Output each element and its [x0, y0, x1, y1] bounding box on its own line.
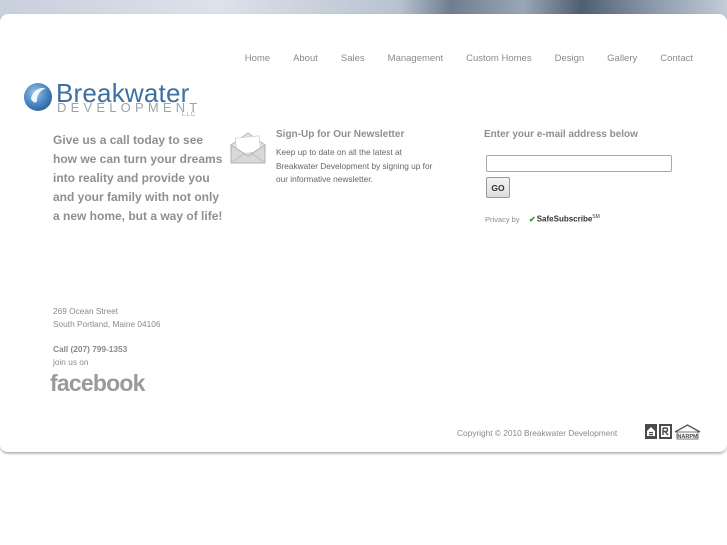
logo-llc: LLC [182, 112, 197, 118]
company-logo[interactable]: Breakwater DEVELOPMENT LLC [22, 78, 204, 124]
safesubscribe-logo[interactable]: ✔SafeSubscribeSM [529, 214, 600, 224]
safesubscribe-name: SafeSubscribe [536, 214, 593, 224]
nav-home[interactable]: Home [245, 53, 270, 64]
nav-custom-homes[interactable]: Custom Homes [466, 53, 531, 64]
nav-contact[interactable]: Contact [660, 53, 693, 64]
join-us-label: join us on [53, 357, 89, 367]
nav-about[interactable]: About [293, 53, 318, 64]
phone-number: Call (207) 799-1353 [53, 344, 128, 354]
address-line-2: South Portland, Maine 04106 [53, 319, 161, 329]
equal-housing-icon [645, 424, 657, 439]
water-drop-icon [24, 83, 52, 111]
checkmark-icon: ✔ [529, 214, 536, 224]
newsletter-description: Keep up to date on all the latest at Bre… [276, 147, 433, 184]
safesubscribe-mark: SM [592, 214, 600, 220]
address-line-1: 269 Ocean Street [53, 306, 119, 316]
envelope-icon [230, 132, 266, 164]
tagline-text: Give us a call today to see how we can t… [53, 133, 223, 223]
narpm-text: NARPM [677, 434, 698, 440]
address-block: 269 Ocean Street South Portland, Maine 0… [53, 305, 160, 331]
copyright-text: Copyright © 2010 Breakwater Development [457, 428, 618, 438]
privacy-label: Privacy by [485, 215, 520, 224]
nav-sales[interactable]: Sales [341, 53, 365, 64]
main-nav: Home About Sales Management Custom Homes… [222, 53, 693, 64]
go-button[interactable]: GO [486, 177, 510, 198]
facebook-logo-link[interactable]: facebook [50, 370, 145, 397]
footer-badges: NARPM [645, 424, 701, 440]
email-field[interactable] [486, 155, 672, 172]
nav-management[interactable]: Management [388, 53, 443, 64]
nav-design[interactable]: Design [555, 53, 585, 64]
email-label: Enter your e-mail address below [484, 129, 638, 140]
logo-subtitle: DEVELOPMENT [57, 100, 202, 115]
newsletter-title: Sign-Up for Our Newsletter [276, 129, 405, 140]
realtor-icon [659, 424, 672, 439]
narpm-icon: NARPM [674, 424, 701, 440]
nav-gallery[interactable]: Gallery [607, 53, 637, 64]
